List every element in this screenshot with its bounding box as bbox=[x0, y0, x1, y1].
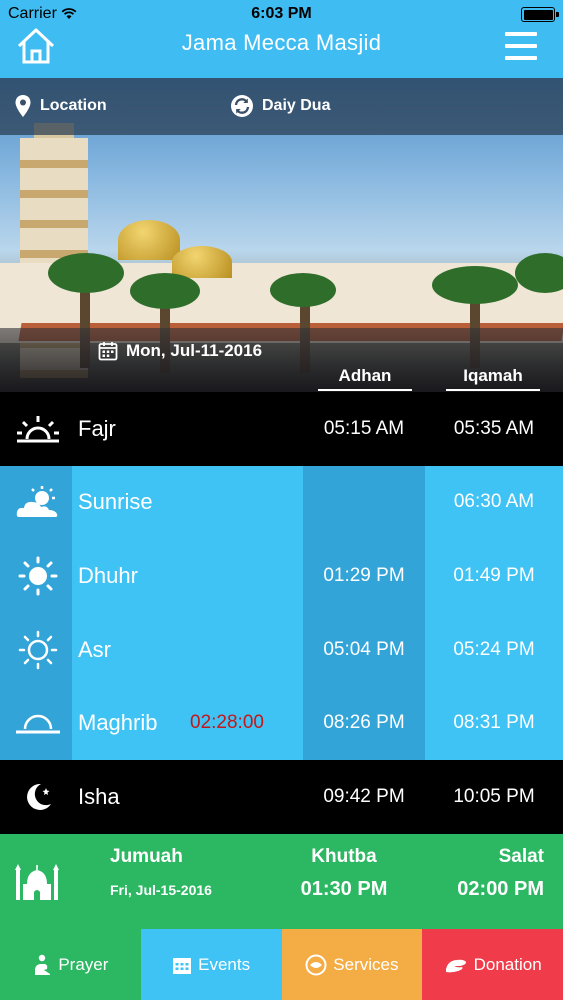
top-bar: Carrier 6:03 PM Jama Mecca Masjid bbox=[0, 0, 563, 78]
countdown-timer: 02:28:00 bbox=[190, 712, 264, 734]
prayer-row-sunrise[interactable]: Sunrise 06:30 AM bbox=[0, 466, 563, 540]
tab-events-label: Events bbox=[198, 954, 251, 974]
iqamah-time: 01:49 PM bbox=[453, 564, 535, 586]
golden-dome bbox=[172, 246, 232, 278]
tab-services-label: Services bbox=[333, 954, 399, 974]
khutba-time: 01:30 PM bbox=[300, 878, 388, 900]
adhan-time: 05:04 PM bbox=[323, 638, 405, 660]
prayer-row-fajr[interactable]: Fajr 05:15 AM 05:35 AM bbox=[0, 392, 563, 466]
salat-time: 02:00 PM bbox=[457, 878, 544, 900]
daily-dua-label: Daiy Dua bbox=[262, 97, 331, 114]
iqamah-time: 05:35 AM bbox=[453, 417, 535, 439]
iqamah-time: 08:31 PM bbox=[453, 712, 535, 734]
status-time: 6:03 PM bbox=[251, 5, 312, 22]
sun-cloud-icon bbox=[14, 482, 62, 522]
menu-line bbox=[505, 32, 537, 36]
tab-services[interactable]: Services bbox=[281, 929, 423, 1000]
adhan-column-header: Adhan bbox=[318, 366, 412, 391]
palm-crown bbox=[48, 253, 124, 293]
prayer-row-isha[interactable]: Isha 09:42 PM 10:05 PM bbox=[0, 759, 563, 834]
calendar-icon bbox=[173, 957, 192, 974]
salat-label: Salat bbox=[498, 846, 544, 867]
sunrise-horizon-icon bbox=[14, 409, 62, 449]
tab-donation[interactable]: Donation bbox=[422, 929, 563, 1000]
adhan-time: 05:15 AM bbox=[323, 417, 405, 439]
khutba-label: Khutba bbox=[311, 846, 377, 867]
menu-line bbox=[505, 44, 537, 48]
iqamah-time: 10:05 PM bbox=[453, 785, 535, 807]
refresh-icon bbox=[231, 95, 253, 117]
page-title: Jama Mecca Masjid bbox=[181, 30, 382, 55]
menu-button[interactable] bbox=[505, 32, 537, 60]
jumuah-date: Fri, Jul-15-2016 bbox=[110, 882, 212, 898]
tab-prayer-label: Prayer bbox=[58, 954, 109, 974]
map-pin-icon bbox=[15, 95, 31, 117]
calendar-icon bbox=[98, 342, 118, 361]
location-label: Location bbox=[40, 97, 107, 114]
iqamah-time: 06:30 AM bbox=[453, 491, 535, 513]
adhan-time: 08:26 PM bbox=[323, 712, 405, 734]
prayer-name: Asr bbox=[78, 636, 111, 662]
prayer-name: Dhuhr bbox=[78, 562, 138, 588]
adhan-time: 01:29 PM bbox=[323, 564, 405, 586]
prayer-name: Maghrib bbox=[78, 710, 158, 736]
mosque-hero-image: Location Daiy Dua Mon, Jul-11-2016 Adhan… bbox=[0, 78, 563, 392]
tab-donation-label: Donation bbox=[473, 954, 542, 974]
sub-nav-bar: Location Daiy Dua bbox=[0, 78, 563, 135]
adhan-time: 09:42 PM bbox=[323, 785, 405, 807]
tab-events[interactable]: Events bbox=[140, 929, 282, 1000]
jumuah-section[interactable]: Jumuah Fri, Jul-15-2016 Khutba 01:30 PM … bbox=[0, 834, 563, 929]
sunset-icon bbox=[14, 703, 62, 743]
bottom-tab-bar: Prayer Events Services Donation bbox=[0, 929, 563, 1000]
prayer-name: Fajr bbox=[78, 415, 116, 441]
prayer-row-dhuhr[interactable]: Dhuhr 01:29 PM 01:49 PM bbox=[0, 539, 563, 613]
daily-dua-link[interactable]: Daiy Dua bbox=[230, 94, 330, 118]
services-icon bbox=[305, 954, 327, 975]
iqamah-column-header: Iqamah bbox=[446, 366, 540, 391]
prayer-name: Isha bbox=[78, 783, 120, 809]
mosque-icon bbox=[14, 862, 60, 902]
jumuah-label: Jumuah bbox=[110, 846, 183, 867]
date-display: Mon, Jul-11-2016 bbox=[98, 341, 262, 361]
praying-person-icon bbox=[35, 954, 51, 975]
date-text: Mon, Jul-11-2016 bbox=[126, 341, 263, 360]
palm-crown bbox=[270, 273, 336, 307]
iqamah-time: 05:24 PM bbox=[453, 638, 535, 660]
palm-crown bbox=[130, 273, 200, 309]
battery-icon bbox=[521, 7, 559, 22]
prayer-row-maghrib[interactable]: Maghrib 02:28:00 08:26 PM 08:31 PM bbox=[0, 686, 563, 760]
golden-dome bbox=[118, 220, 180, 260]
menu-line bbox=[505, 56, 537, 60]
donation-hand-icon bbox=[445, 959, 466, 972]
palm-crown bbox=[432, 266, 518, 304]
status-bar: Carrier 6:03 PM bbox=[0, 0, 563, 28]
tab-prayer[interactable]: Prayer bbox=[0, 929, 141, 1000]
prayer-times-table: Fajr 05:15 AM 05:35 AM Sunrise 06:30 AM bbox=[0, 392, 563, 834]
prayer-name: Sunrise bbox=[78, 489, 153, 515]
prayer-row-asr[interactable]: Asr 05:04 PM 05:24 PM bbox=[0, 613, 563, 687]
location-link[interactable]: Location bbox=[14, 94, 107, 118]
sun-outline-icon bbox=[14, 630, 62, 670]
sun-filled-icon bbox=[14, 556, 62, 596]
crescent-moon-icon bbox=[14, 777, 62, 817]
